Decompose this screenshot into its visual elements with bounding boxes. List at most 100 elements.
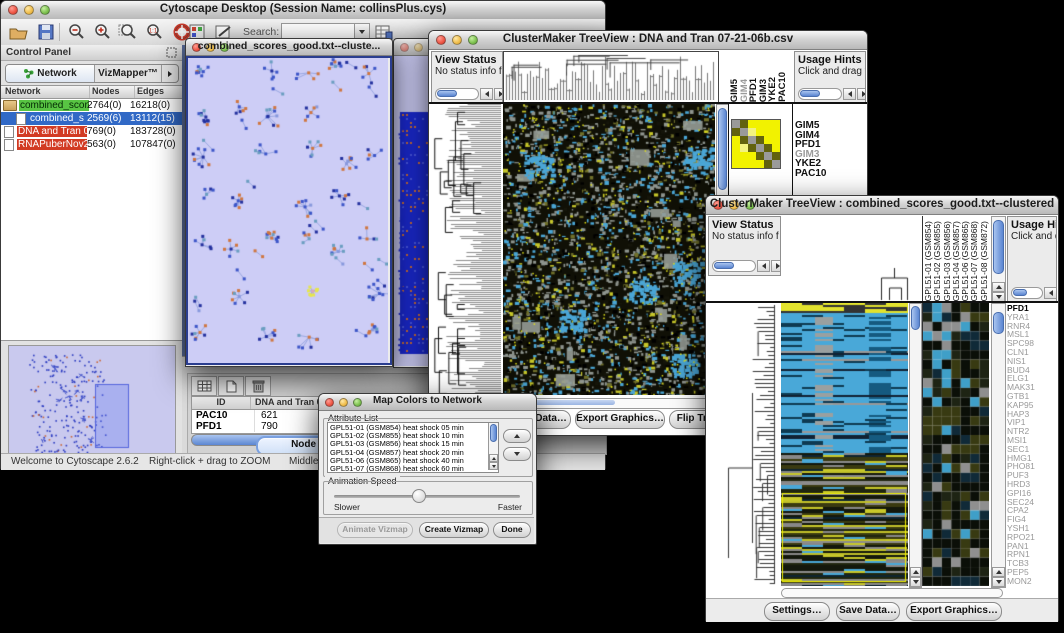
tv1-gene-dendrogram[interactable] — [431, 104, 501, 395]
scroll-right-button[interactable] — [494, 88, 503, 100]
tv2-top-scroll-thumb[interactable] — [993, 220, 1004, 274]
network-overview-canvas[interactable] — [9, 346, 173, 458]
tv2-hscrollbar[interactable] — [781, 588, 1003, 598]
scroll-up-button[interactable] — [489, 454, 498, 462]
attr-id: PAC10 — [192, 410, 255, 421]
array-label: PFD1 — [748, 78, 758, 102]
scroll-left-button[interactable] — [757, 260, 770, 272]
scroll-down-button[interactable] — [489, 462, 498, 470]
export-graphics-button[interactable]: Export Graphics… — [575, 410, 665, 429]
tv1-view-status-info: No status info f — [435, 66, 502, 77]
tv2-gene-dendrogram[interactable] — [708, 303, 779, 586]
main-titlebar[interactable]: Cytoscape Desktop (Session Name: collins… — [1, 1, 605, 20]
toolbar-separator — [59, 23, 60, 41]
dialog-button-bar: Animate Vizmap Create Vizmap Done — [319, 517, 534, 543]
attr-scroll-thumb[interactable] — [490, 424, 497, 442]
scroll-left-button[interactable] — [843, 88, 856, 100]
zoom-selected-button[interactable] — [117, 22, 139, 42]
tv2-hints-scrollbar[interactable] — [1011, 287, 1057, 299]
tv2-vscrollbar2[interactable] — [991, 303, 1006, 588]
new-attribute-button[interactable] — [218, 376, 244, 396]
scroll-up-button[interactable] — [992, 567, 1005, 577]
float-panel-icon[interactable] — [166, 47, 177, 58]
zoom-cell — [748, 136, 756, 144]
tv2-button-bar: Settings… Save Data… Export Graphics… — [706, 598, 1058, 622]
network-list-row[interactable]: combined_sco2569(6)13112(15) — [1, 112, 182, 125]
array-label: GIM3 — [758, 79, 768, 102]
create-vizmap-button[interactable]: Create Vizmap — [419, 522, 489, 538]
settings-button[interactable]: Settings… — [764, 602, 830, 621]
search-input[interactable] — [281, 23, 357, 39]
tv2-view-status-panel: View Status No status info f — [708, 216, 781, 276]
array-label: GPL51-07 (GSM868) — [969, 221, 978, 301]
speed-slider-track[interactable] — [334, 495, 520, 498]
tv2-vscrollbar1[interactable] — [909, 303, 922, 588]
zoom-in-icon — [93, 23, 111, 41]
network-list-row[interactable]: RNAPuberNov2+563(0)107847(0) — [1, 138, 182, 151]
tv1-zoom-heatmap[interactable] — [731, 119, 781, 169]
treeview1-titlebar[interactable]: ClusterMaker TreeView : DNA and Tran 07-… — [429, 31, 867, 50]
scroll-left-button[interactable] — [480, 88, 493, 100]
network-list-row[interactable]: DNA and Tran 07769(0)183728(0) — [1, 125, 182, 138]
tv1-vscroll-thumb[interactable] — [718, 108, 727, 190]
attribute-item[interactable]: GPL51-07 (GSM868) heat shock 60 min — [330, 465, 496, 473]
tab-vizmapper[interactable]: VizMapper™ — [95, 65, 162, 82]
tv1-array-dendrogram[interactable] — [503, 51, 719, 103]
done-button[interactable]: Done — [493, 522, 531, 538]
zoom-cell — [756, 128, 764, 136]
tab-overflow-arrow[interactable] — [162, 65, 178, 82]
close-button[interactable] — [400, 43, 409, 52]
delete-attribute-button[interactable] — [245, 376, 271, 396]
scroll-down-button[interactable] — [992, 577, 1005, 587]
scroll-up-button[interactable] — [910, 567, 921, 577]
network-view-1-canvas[interactable] — [188, 58, 388, 363]
array-label: PAC10 — [777, 72, 787, 102]
zoom-cell — [772, 152, 780, 160]
attribute-select-button[interactable] — [191, 376, 217, 396]
tv1-global-heatmap[interactable] — [503, 104, 715, 395]
save-session-button[interactable] — [35, 22, 57, 42]
tv2-scroll2-thumb[interactable] — [993, 312, 1004, 334]
network-list-row[interactable]: combined_scores2764(0)16218(0) — [1, 99, 182, 112]
scroll-up-button[interactable] — [992, 282, 1005, 292]
save-data-button[interactable]: Save Data… — [836, 602, 900, 621]
zoom-out-button[interactable] — [65, 22, 87, 42]
zoom-cell — [764, 128, 772, 136]
export-graphics-button[interactable]: Export Graphics… — [906, 602, 1002, 621]
scroll-left-button[interactable] — [1044, 287, 1057, 299]
scroll-right-button[interactable] — [771, 260, 781, 272]
tv1-hints-scrollbar[interactable] — [798, 88, 866, 100]
tv1-usage-title: Usage Hints — [798, 54, 865, 66]
network-name: combined_scores — [19, 100, 89, 111]
attribute-listbox[interactable]: GPL51-01 (GSM854) heat shock 05 minGPL51… — [327, 422, 499, 473]
tv2-array-dendrogram[interactable] — [781, 216, 920, 301]
tab-network[interactable]: Network — [6, 65, 95, 82]
open-session-button[interactable] — [7, 22, 29, 42]
move-down-button[interactable] — [503, 447, 531, 461]
speed-slider-thumb[interactable] — [412, 489, 426, 503]
tv1-status-scrollbar[interactable] — [435, 88, 503, 100]
minimize-button[interactable] — [414, 43, 423, 52]
tv2-scroll-thumb[interactable] — [911, 306, 920, 330]
attribute-list-scrollbar[interactable] — [488, 423, 498, 470]
network-overview-panel[interactable] — [8, 345, 176, 461]
scroll-right-button[interactable] — [857, 88, 866, 100]
animate-vizmap-button[interactable]: Animate Vizmap — [337, 522, 413, 538]
network-name: combined_sco — [29, 113, 84, 124]
move-up-button[interactable] — [503, 429, 531, 443]
zoom-fit-button[interactable]: 1:1 — [143, 22, 165, 42]
gene-label: MON2 — [1007, 577, 1057, 585]
attr-id: PFD1 — [192, 421, 255, 432]
tv2-status-scrollbar[interactable] — [712, 260, 781, 272]
zoom-in-button[interactable] — [91, 22, 113, 42]
scroll-down-button[interactable] — [910, 577, 921, 587]
tv1-usage-hint: Click and drag to — [798, 66, 865, 77]
treeview2-titlebar[interactable]: ClusterMaker TreeView : combined_scores_… — [706, 196, 1058, 215]
network1-titlebar[interactable]: combined_scores_good.txt--cluste... — [186, 39, 392, 56]
tv2-global-heatmap[interactable] — [781, 303, 908, 586]
map-colors-dialog: Map Colors to Network Attribute List GPL… — [318, 393, 537, 545]
tv2-zoom-heatmap[interactable] — [922, 303, 990, 586]
dialog-titlebar[interactable]: Map Colors to Network — [319, 394, 536, 411]
save-icon — [38, 24, 54, 40]
tv2-top-vscrollbar[interactable] — [991, 216, 1006, 303]
